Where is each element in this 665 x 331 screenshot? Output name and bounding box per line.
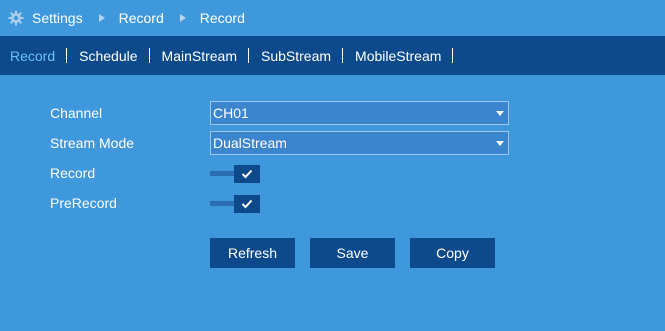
tab-divider bbox=[66, 48, 68, 63]
tab-substream[interactable]: SubStream bbox=[261, 48, 342, 64]
checkmark-icon bbox=[234, 195, 260, 213]
channel-select-value: CH01 bbox=[213, 105, 249, 121]
tab-bar: Record Schedule MainStream SubStream Mob… bbox=[0, 36, 665, 75]
breadcrumb-settings[interactable]: Settings bbox=[32, 10, 83, 26]
breadcrumb-separator-icon bbox=[98, 14, 105, 22]
record-label: Record bbox=[50, 165, 96, 181]
breadcrumb-separator-icon bbox=[179, 14, 186, 22]
tab-mainstream[interactable]: MainStream bbox=[162, 48, 248, 64]
tab-divider bbox=[248, 48, 249, 63]
tab-record[interactable]: Record bbox=[10, 48, 66, 64]
tab-schedule[interactable]: Schedule bbox=[79, 48, 148, 64]
breadcrumb-record[interactable]: Record bbox=[119, 10, 164, 26]
stream-mode-label: Stream Mode bbox=[50, 135, 135, 151]
dropdown-arrow-icon bbox=[496, 111, 504, 116]
copy-button[interactable]: Copy bbox=[410, 238, 495, 268]
gear-icon bbox=[8, 10, 24, 26]
stream-mode-select-value: DualStream bbox=[213, 135, 287, 151]
breadcrumb: Settings Record Record bbox=[0, 0, 665, 36]
refresh-button[interactable]: Refresh bbox=[210, 238, 295, 268]
prerecord-toggle[interactable] bbox=[210, 195, 260, 213]
record-settings-page: Settings Record Record Record Schedule M… bbox=[0, 0, 665, 331]
stream-mode-select[interactable]: DualStream bbox=[210, 131, 509, 155]
prerecord-label: PreRecord bbox=[50, 195, 117, 211]
channel-label: Channel bbox=[50, 105, 103, 121]
channel-select[interactable]: CH01 bbox=[210, 101, 509, 125]
record-toggle[interactable] bbox=[210, 165, 260, 183]
tab-mobilestream[interactable]: MobileStream bbox=[355, 48, 452, 64]
checkmark-icon bbox=[234, 165, 260, 183]
breadcrumb-record-current: Record bbox=[199, 10, 245, 26]
tab-divider bbox=[342, 48, 344, 63]
tab-divider bbox=[148, 48, 150, 63]
save-button[interactable]: Save bbox=[310, 238, 395, 268]
tab-divider bbox=[452, 48, 454, 63]
dropdown-arrow-icon bbox=[496, 141, 504, 146]
